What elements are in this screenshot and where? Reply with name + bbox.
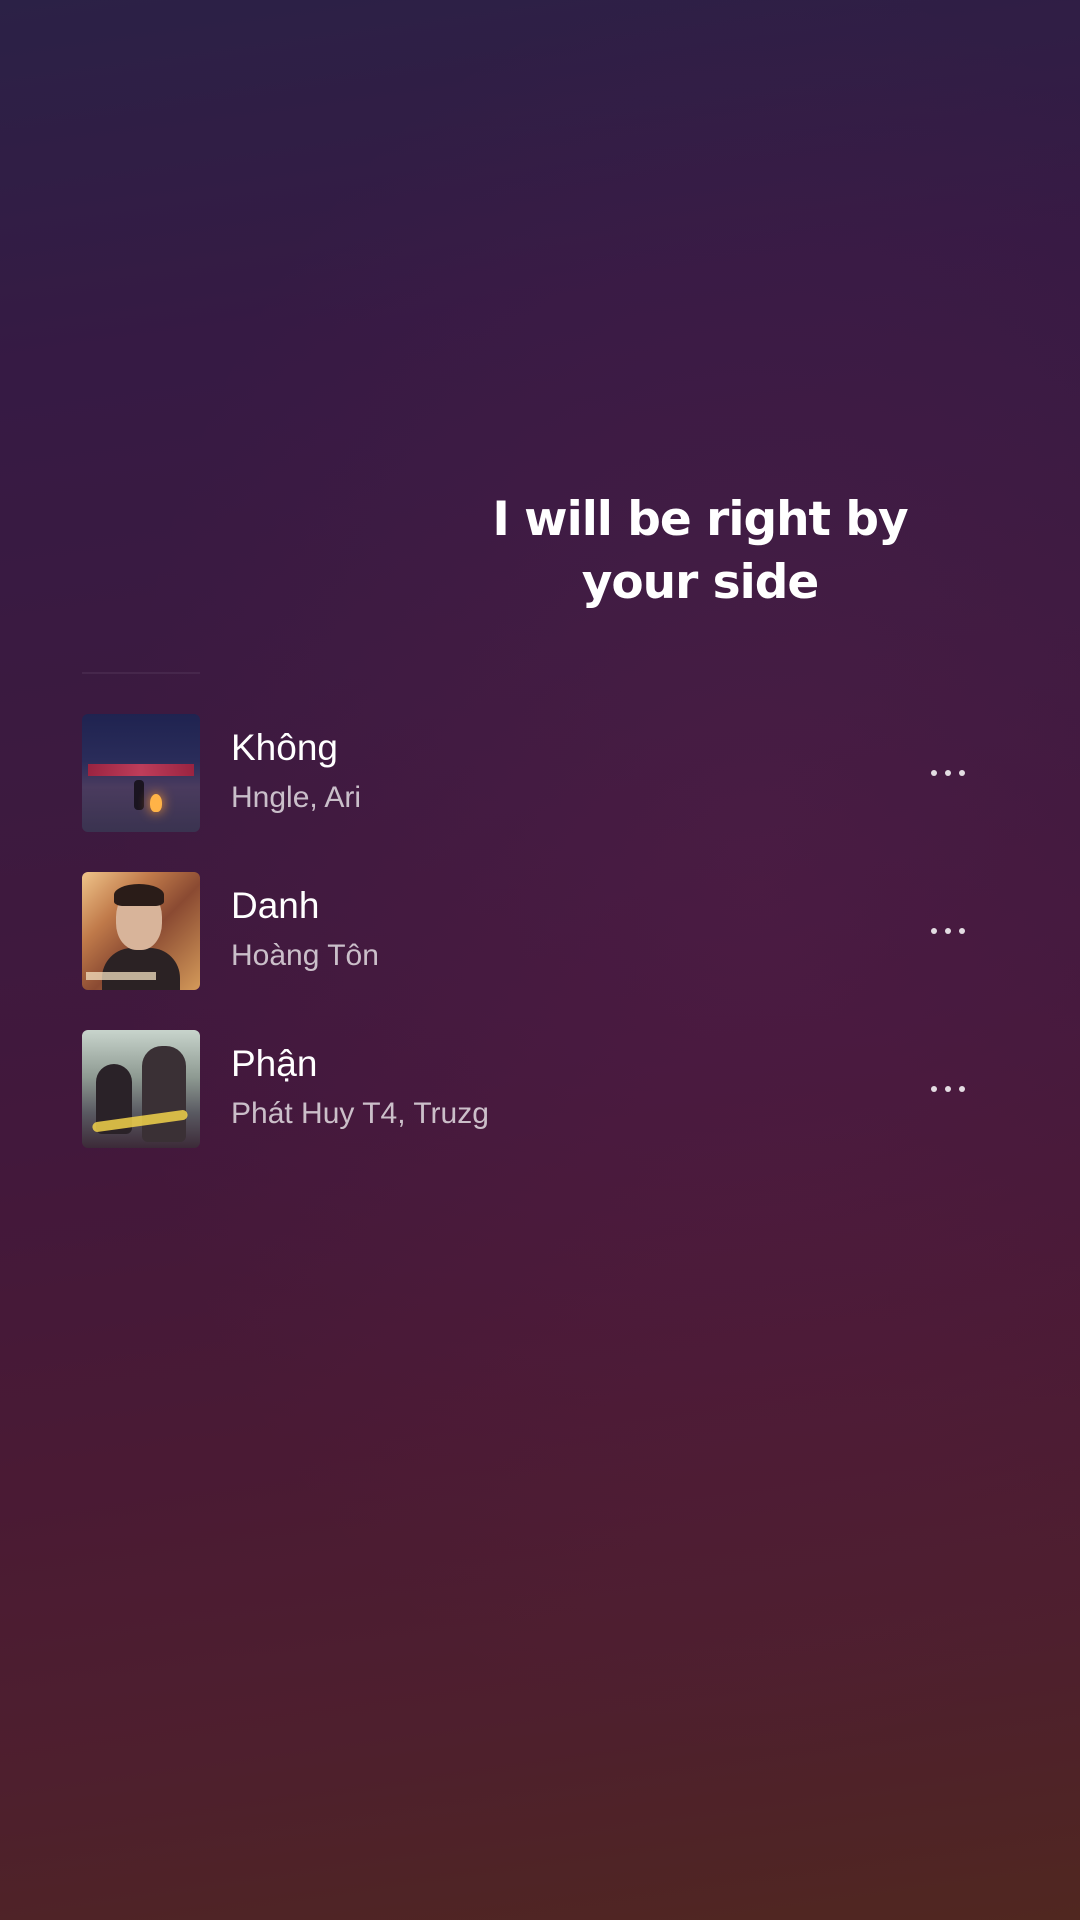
more-options-button[interactable] [918,911,978,951]
track-artist: Phát Huy T4, Truzg [231,1097,489,1130]
track-title: Phận [231,1043,318,1084]
track-list: Không Hngle, Ari Danh Hoàng Tôn Phận Phá… [82,714,982,1188]
more-options-icon [931,770,937,776]
track-artist: Hoàng Tôn [231,939,379,972]
album-art-danh [82,872,200,990]
track-row-khong[interactable]: Không Hngle, Ari [82,714,982,832]
more-options-icon [931,928,937,934]
track-artist: Hngle, Ari [231,781,362,814]
track-row-danh[interactable]: Danh Hoàng Tôn [82,872,982,990]
more-options-button[interactable] [918,753,978,793]
album-art-khong [82,714,200,832]
more-options-button[interactable] [918,1069,978,1109]
track-row-phan[interactable]: Phận Phát Huy T4, Truzg [82,1030,982,1148]
lyric-line-1: I will be right by [492,492,908,547]
track-title: Danh [231,885,320,926]
lyrics-text: I will be right by your side [440,488,960,614]
album-art-phan [82,1030,200,1148]
track-title: Không [231,727,338,768]
more-options-icon [931,1086,937,1092]
divider [82,672,200,674]
lyric-line-2: your side [581,555,820,610]
